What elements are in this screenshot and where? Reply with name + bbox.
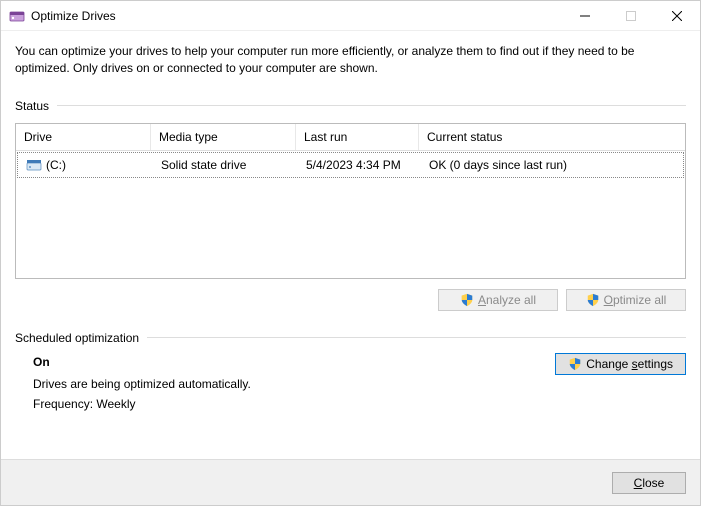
change-settings-button[interactable]: Change settings: [555, 353, 686, 375]
intro-text: You can optimize your drives to help you…: [15, 43, 686, 77]
close-button[interactable]: [654, 1, 700, 31]
col-media[interactable]: Media type: [151, 124, 296, 150]
footer: Close: [1, 459, 700, 505]
col-drive[interactable]: Drive: [16, 124, 151, 150]
status-header: Status: [15, 99, 686, 113]
optimize-label: ptimize all: [613, 293, 666, 307]
cell-drive: (C:): [18, 153, 153, 177]
drive-table: Drive Media type Last run Current status…: [15, 123, 686, 279]
schedule-row: On Drives are being optimized automatica…: [15, 355, 686, 417]
close-icon: [672, 11, 682, 21]
schedule-desc: Drives are being optimized automatically…: [33, 377, 555, 391]
status-label: Status: [15, 99, 49, 113]
app-icon: [9, 8, 25, 24]
analyze-optimize-row: Analyze all Optimize all: [15, 289, 686, 311]
maximize-icon: [626, 11, 636, 21]
col-last[interactable]: Last run: [296, 124, 419, 150]
content: You can optimize your drives to help you…: [1, 31, 700, 459]
cell-media: Solid state drive: [153, 153, 298, 177]
schedule-header: Scheduled optimization: [15, 331, 686, 345]
divider: [57, 105, 686, 106]
schedule-label: Scheduled optimization: [15, 331, 139, 345]
table-body: (C:) Solid state drive 5/4/2023 4:34 PM …: [16, 151, 685, 278]
shield-icon: [586, 293, 600, 307]
window-title: Optimize Drives: [31, 9, 116, 23]
schedule-actions: Change settings: [555, 353, 686, 375]
minimize-icon: [580, 11, 590, 21]
schedule-freq: Frequency: Weekly: [33, 397, 555, 411]
close-dialog-button[interactable]: Close: [612, 472, 686, 494]
col-status[interactable]: Current status: [419, 124, 685, 150]
title-bar: Optimize Drives: [1, 1, 700, 31]
analyze-label: nalyze all: [486, 293, 536, 307]
window-controls: [562, 1, 700, 31]
divider: [147, 337, 686, 338]
cell-status: OK (0 days since last run): [421, 153, 683, 177]
maximize-button[interactable]: [608, 1, 654, 31]
optimize-all-button: Optimize all: [566, 289, 686, 311]
table-header: Drive Media type Last run Current status: [16, 124, 685, 151]
table-row[interactable]: (C:) Solid state drive 5/4/2023 4:34 PM …: [17, 152, 684, 178]
drive-name: (C:): [46, 158, 66, 172]
minimize-button[interactable]: [562, 1, 608, 31]
shield-icon: [568, 357, 582, 371]
schedule-status: On: [33, 355, 555, 369]
analyze-all-button: Analyze all: [438, 289, 558, 311]
shield-icon: [460, 293, 474, 307]
schedule-body: On Drives are being optimized automatica…: [15, 355, 555, 417]
drive-icon: [26, 157, 42, 173]
cell-last: 5/4/2023 4:34 PM: [298, 153, 421, 177]
